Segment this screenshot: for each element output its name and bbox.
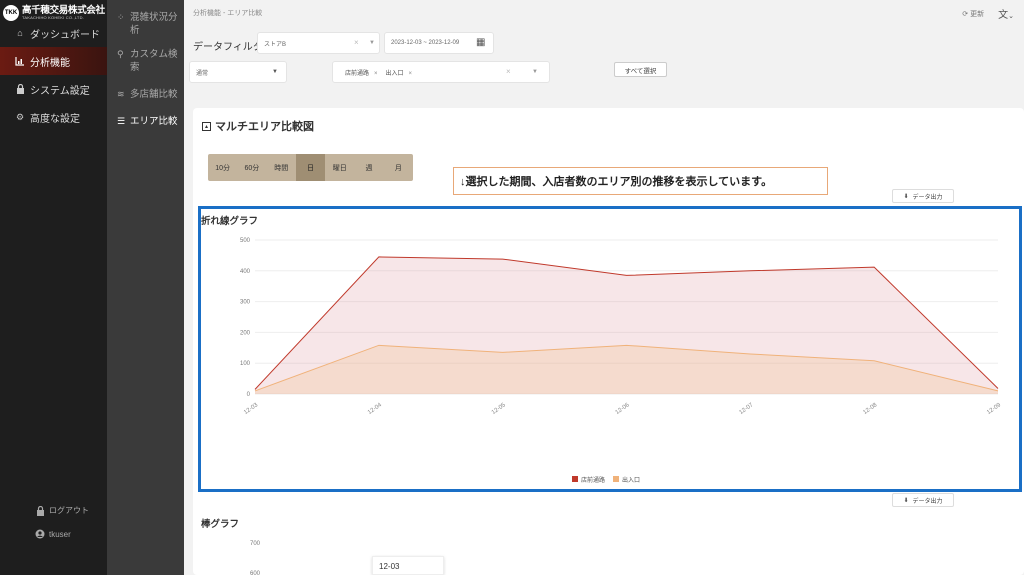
bar-chart-title: 棒グラフ	[201, 519, 240, 530]
chart-tooltip: 12-03	[372, 556, 444, 575]
bar-y-tick-label: 600	[250, 571, 261, 575]
bar-y-tick-label: 700	[250, 541, 261, 547]
highlight-frame	[198, 206, 1022, 492]
